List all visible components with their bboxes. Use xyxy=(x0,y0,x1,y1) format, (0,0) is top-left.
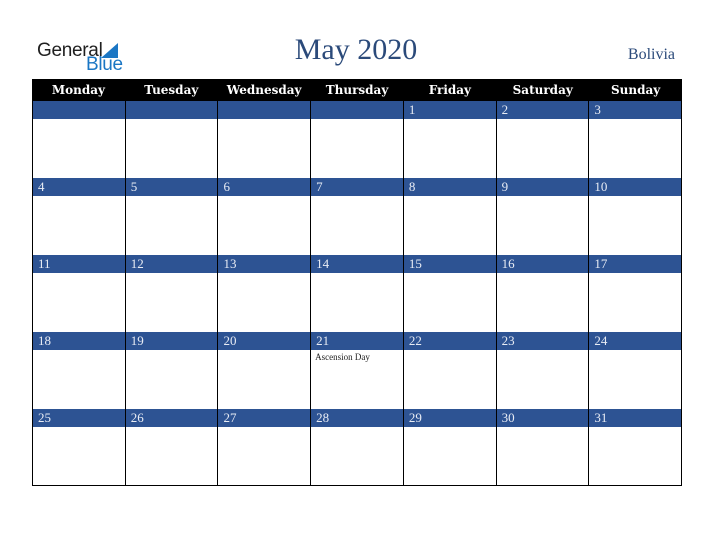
day-number: 15 xyxy=(403,255,496,273)
day-number: 11 xyxy=(33,255,125,273)
calendar-grid: Monday Tuesday Wednesday Thursday Friday Satu… xyxy=(32,79,682,486)
week-row: 25 26 27 28 29 30 31 xyxy=(32,409,682,486)
day-cell[interactable]: 11 xyxy=(33,255,126,332)
day-number: 30 xyxy=(496,409,589,427)
day-number: 10 xyxy=(589,178,682,196)
day-number xyxy=(311,101,403,119)
day-cell[interactable]: 30 xyxy=(496,409,590,485)
day-cell[interactable]: 1 xyxy=(403,101,497,178)
page-title: May 2020 xyxy=(294,33,418,66)
day-cell[interactable]: 13 xyxy=(218,255,312,332)
day-number: 4 xyxy=(33,178,125,196)
day-cell[interactable]: 19 xyxy=(125,332,219,409)
day-cell[interactable]: 25 xyxy=(33,409,126,485)
weekday-wednesday: Wednesday xyxy=(226,83,302,97)
day-cell[interactable]: 10 xyxy=(589,178,682,255)
day-number: 20 xyxy=(218,332,311,350)
weekday-header: Monday Tuesday Wednesday Thursday Friday Satu… xyxy=(32,79,682,101)
day-number: 18 xyxy=(33,332,125,350)
day-number xyxy=(33,101,125,119)
day-cell[interactable]: 31 xyxy=(589,409,682,485)
day-cell[interactable]: 12 xyxy=(125,255,219,332)
day-number: 8 xyxy=(403,178,496,196)
week-row: 18 19 20 21 Ascension Day 22 23 24 xyxy=(32,332,682,409)
day-cell[interactable]: 7 xyxy=(311,178,404,255)
week-row: 4 5 6 7 8 9 10 xyxy=(32,178,682,255)
day-number: 21 xyxy=(311,332,403,350)
day-number: 14 xyxy=(311,255,403,273)
day-number: 7 xyxy=(311,178,403,196)
day-number: 16 xyxy=(496,255,589,273)
day-number: 22 xyxy=(403,332,496,350)
holiday-event: Ascension Day xyxy=(315,352,370,362)
day-number: 19 xyxy=(125,332,218,350)
day-cell[interactable] xyxy=(311,101,404,178)
day-cell[interactable]: 28 xyxy=(311,409,404,485)
day-cell[interactable]: 29 xyxy=(403,409,497,485)
day-number: 13 xyxy=(218,255,311,273)
day-number: 27 xyxy=(218,409,311,427)
day-number: 1 xyxy=(403,101,496,119)
day-number: 31 xyxy=(589,409,682,427)
day-cell[interactable]: 26 xyxy=(125,409,219,485)
day-cell[interactable]: 14 xyxy=(311,255,404,332)
day-number: 25 xyxy=(33,409,125,427)
day-number: 3 xyxy=(589,101,682,119)
day-cell[interactable]: 9 xyxy=(496,178,590,255)
day-cell[interactable] xyxy=(125,101,219,178)
day-cell[interactable] xyxy=(218,101,312,178)
day-cell[interactable]: 21 Ascension Day xyxy=(311,332,404,409)
day-number: 26 xyxy=(125,409,218,427)
weekday-monday: Monday xyxy=(51,83,105,97)
day-cell[interactable]: 22 xyxy=(403,332,497,409)
day-cell[interactable]: 2 xyxy=(496,101,590,178)
day-cell[interactable]: 15 xyxy=(403,255,497,332)
day-number: 9 xyxy=(496,178,589,196)
weekday-saturday: Saturday xyxy=(512,83,573,97)
day-cell[interactable]: 4 xyxy=(33,178,126,255)
day-number: 5 xyxy=(125,178,218,196)
day-cell[interactable]: 27 xyxy=(218,409,312,485)
week-row: 123 xyxy=(32,101,682,178)
day-number: 2 xyxy=(496,101,589,119)
weekday-tuesday: Tuesday xyxy=(144,83,199,97)
day-number: 12 xyxy=(125,255,218,273)
day-cell[interactable]: 18 xyxy=(33,332,126,409)
country-label: Bolivia xyxy=(627,46,675,63)
weekday-thursday: Thursday xyxy=(325,83,389,97)
day-cell[interactable]: 5 xyxy=(125,178,219,255)
day-number: 24 xyxy=(589,332,682,350)
day-number: 28 xyxy=(311,409,403,427)
day-cell[interactable]: 8 xyxy=(403,178,497,255)
day-number: 23 xyxy=(496,332,589,350)
day-cell[interactable]: 3 xyxy=(589,101,682,178)
day-cell[interactable]: 23 xyxy=(496,332,590,409)
day-number: 17 xyxy=(589,255,682,273)
day-number xyxy=(218,101,311,119)
week-row: 11 12 13 14 15 16 17 xyxy=(32,255,682,332)
day-number: 6 xyxy=(218,178,311,196)
day-cell[interactable] xyxy=(33,101,126,178)
weekday-friday: Friday xyxy=(428,83,472,97)
day-number: 29 xyxy=(403,409,496,427)
day-cell[interactable]: 6 xyxy=(218,178,312,255)
day-cell[interactable]: 24 xyxy=(589,332,682,409)
day-number xyxy=(125,101,218,119)
day-cell[interactable]: 16 xyxy=(496,255,590,332)
day-cell[interactable]: 20 xyxy=(218,332,312,409)
weekday-sunday: Sunday xyxy=(610,83,661,97)
day-cell[interactable]: 17 xyxy=(589,255,682,332)
